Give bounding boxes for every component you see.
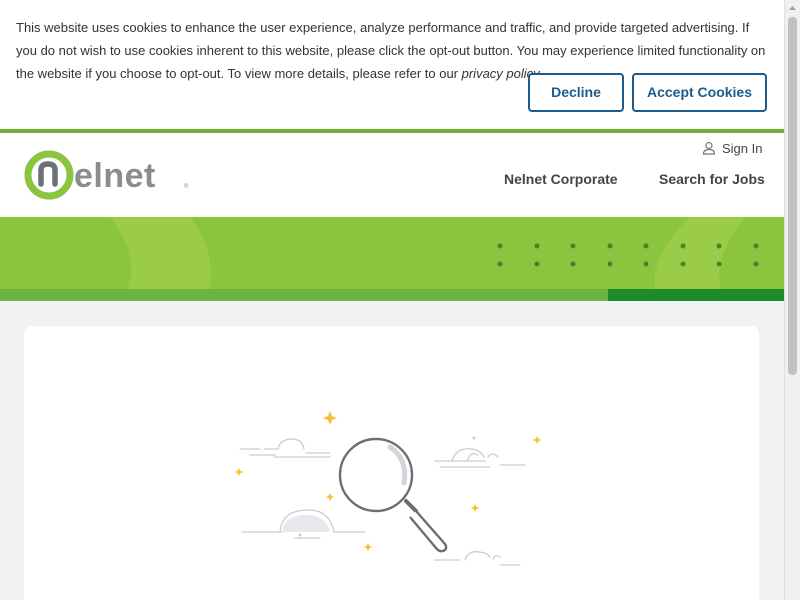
- page-scrollbar[interactable]: [784, 0, 800, 600]
- sign-in-link[interactable]: Sign In: [702, 139, 762, 157]
- logo-wordmark: elnet: [74, 157, 156, 195]
- decline-button[interactable]: Decline: [528, 73, 624, 112]
- magnifying-glass-icon: [234, 411, 542, 566]
- accept-cookies-button[interactable]: Accept Cookies: [632, 73, 767, 112]
- user-icon: [702, 141, 716, 155]
- scrollbar-thumb[interactable]: [788, 17, 797, 375]
- cookie-message-text: This website uses cookies to enhance the…: [16, 20, 766, 81]
- svg-text:®: ®: [184, 183, 189, 190]
- hero-strip-dark: [608, 289, 784, 301]
- sign-in-label: Sign In: [722, 140, 763, 156]
- hero-banner: [0, 217, 784, 289]
- nav-search-for-jobs[interactable]: Search for Jobs: [659, 171, 765, 187]
- hero-decoration: [0, 217, 784, 289]
- cookie-banner: This website uses cookies to enhance the…: [0, 0, 784, 129]
- scroll-up-arrow-icon[interactable]: [785, 0, 800, 16]
- hero-strip-light: [0, 289, 608, 301]
- nelnet-logo[interactable]: elnet ®: [24, 150, 194, 202]
- nav-nelnet-corporate[interactable]: Nelnet Corporate: [504, 171, 618, 187]
